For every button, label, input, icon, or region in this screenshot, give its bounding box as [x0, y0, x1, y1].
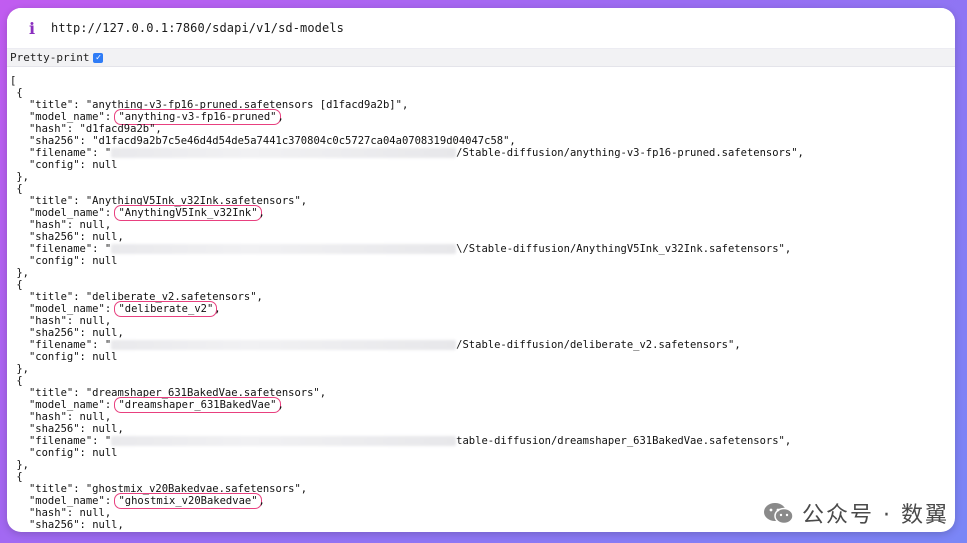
sha256-line: "sha256": null,	[10, 231, 124, 243]
hash-line: "hash": null,	[10, 219, 112, 231]
model-name-line: "model_name": "deliberate_v2",	[10, 301, 221, 317]
pretty-print-label: Pretty-print	[10, 51, 90, 64]
filename-line: "filename": " \/Stable-diffusion/Anything…	[10, 243, 792, 255]
address-bar[interactable]: i http://127.0.0.1:7860/sdapi/v1/sd-mode…	[7, 8, 955, 49]
model-name-line: "model_name": "dreamshaper_631BakedVae",	[10, 397, 284, 413]
object-close: },	[10, 363, 29, 375]
config-value: null	[92, 159, 118, 171]
model-name-line: "model_name": "anything-v3-fp16-pruned",	[10, 109, 284, 125]
hash-value: null	[79, 315, 105, 327]
filename-line: "filename": "/Stable-diffusion/deliberat…	[10, 339, 741, 351]
object-close: },	[10, 267, 29, 279]
wechat-icon	[764, 503, 794, 525]
hash-value: "d1facd9a2b"	[79, 123, 156, 135]
sha256-line: "sha256": null,	[10, 423, 124, 435]
json-viewer: [ { "title": "anything-v3-fp16-pruned.sa…	[7, 67, 955, 531]
filename-suffix: /Stable-diffusion/deliberate_v2.safetens…	[456, 339, 735, 351]
object-open: {	[10, 279, 23, 291]
hash-value: null	[79, 507, 105, 519]
filename-suffix: table-diffusion/dreamshaper_631BakedVae.…	[456, 435, 785, 447]
config-line: "config": null	[10, 447, 118, 459]
pretty-print-bar: Pretty-print ✓	[7, 49, 955, 67]
sha256-value: null	[92, 423, 118, 435]
redacted-path	[111, 148, 457, 158]
object-close: },	[10, 459, 29, 471]
sha256-value: null	[92, 231, 118, 243]
object-close: },	[10, 171, 29, 183]
redacted-path	[111, 340, 457, 350]
watermark: 公众号 · 数翼	[762, 497, 949, 529]
redacted-path	[111, 244, 457, 254]
sha256-line: "sha256": "d1facd9a2b7c5e46d4d54de5a7441…	[10, 135, 516, 147]
hash-value: null	[79, 411, 105, 423]
json-open-bracket: [	[10, 75, 17, 87]
watermark-text: 公众号 · 数翼	[802, 503, 949, 528]
hash-line: "hash": "d1facd9a2b",	[10, 123, 162, 135]
filename-suffix: \/Stable-diffusion/AnythingV5Ink_v32Ink.…	[456, 243, 785, 255]
site-info-icon[interactable]: i	[19, 19, 45, 38]
redacted-path	[111, 436, 457, 446]
object-open: {	[10, 87, 23, 99]
sha256-value: null	[92, 519, 118, 531]
model-name-line: "model_name": "AnythingV5Ink_v32Ink",	[10, 205, 265, 221]
hash-value: null	[79, 219, 105, 231]
config-line: "config": null	[10, 351, 118, 363]
config-value: null	[92, 255, 118, 267]
pretty-print-checkbox[interactable]: ✓	[93, 52, 104, 63]
object-open: {	[10, 375, 23, 387]
object-open: {	[10, 183, 23, 195]
filename-line: "filename": "/Stable-diffusion/anything-…	[10, 147, 804, 159]
config-line: "config": null	[10, 159, 118, 171]
url-text[interactable]: http://127.0.0.1:7860/sdapi/v1/sd-models	[51, 21, 344, 35]
config-line: "config": null	[10, 255, 118, 267]
object-open: {	[10, 471, 23, 483]
filename-line: "filename": " table-diffusion/dreamshaper…	[10, 435, 792, 447]
sha256-line: "sha256": null,	[10, 327, 124, 339]
filename-suffix: /Stable-diffusion/anything-v3-fp16-prune…	[456, 147, 798, 159]
sha256-value: "d1facd9a2b7c5e46d4d54de5a7441c370804c0c…	[92, 135, 510, 147]
hash-line: "hash": null,	[10, 411, 112, 423]
sha256-value: null	[92, 327, 118, 339]
config-value: null	[92, 351, 118, 363]
hash-line: "hash": null,	[10, 315, 112, 327]
config-value: null	[92, 447, 118, 459]
browser-window: i http://127.0.0.1:7860/sdapi/v1/sd-mode…	[7, 8, 955, 532]
